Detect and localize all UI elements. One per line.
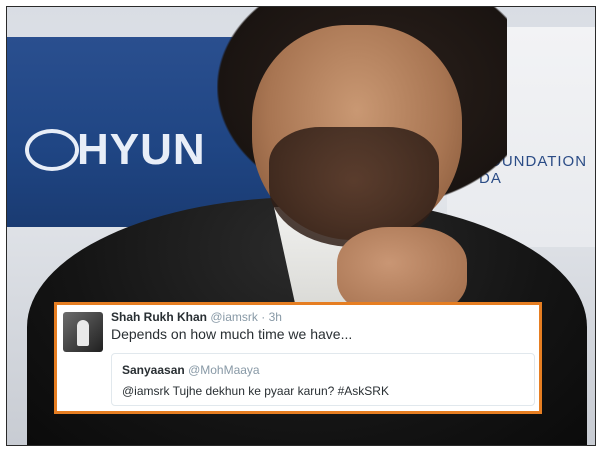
author-name[interactable]: Shah Rukh Khan xyxy=(111,310,207,324)
brand-text: HYUN xyxy=(77,125,206,174)
quoted-tweet[interactable]: Sanyaasan @MohMaaya @iamsrk Tujhe dekhun… xyxy=(111,353,535,406)
image-frame: HYUN FOUNDATION DA Shah Rukh Khan @iamsr… xyxy=(0,0,600,450)
tweet-header: Shah Rukh Khan @iamsrk · 3h xyxy=(111,310,282,324)
tweet-card: Shah Rukh Khan @iamsrk · 3h Depends on h… xyxy=(54,302,542,414)
author-handle[interactable]: @iamsrk xyxy=(210,310,258,324)
quoted-author-name[interactable]: Sanyaasan xyxy=(122,363,185,377)
quoted-tweet-text: @iamsrk Tujhe dekhun ke pyaar karun? #As… xyxy=(122,384,389,398)
quoted-tweet-header: Sanyaasan @MohMaaya xyxy=(122,363,260,377)
separator-dot: · xyxy=(261,310,266,324)
brand-logo-icon xyxy=(25,129,79,171)
tweet-text: Depends on how much time we have... xyxy=(111,326,353,342)
author-avatar[interactable] xyxy=(63,312,103,352)
tweet-timestamp[interactable]: 3h xyxy=(269,310,282,324)
quoted-author-handle[interactable]: @MohMaaya xyxy=(188,363,260,377)
